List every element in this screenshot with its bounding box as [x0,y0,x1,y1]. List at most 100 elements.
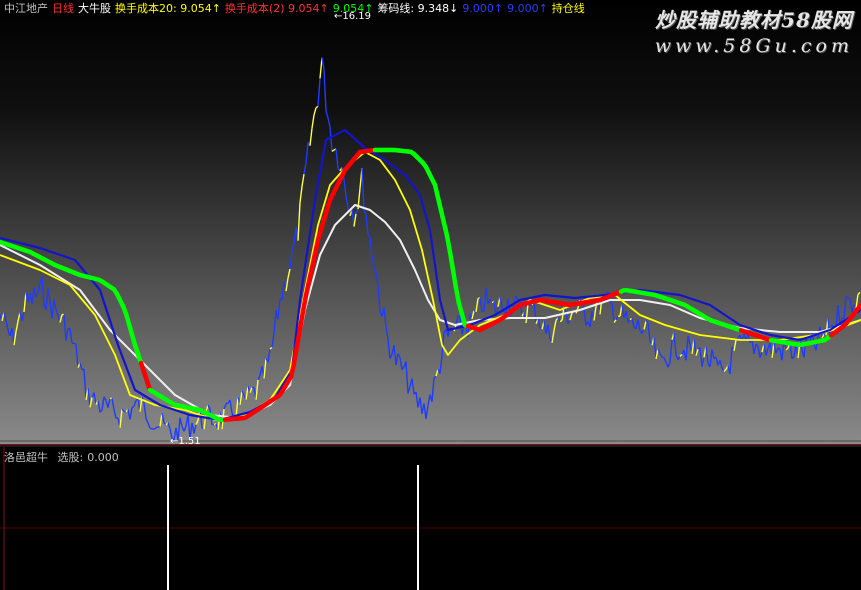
price-segment [439,355,443,374]
price-segment [551,330,555,344]
price-segment [329,126,333,152]
price-segment [567,319,571,325]
price-segment [431,378,435,402]
price-segment [537,318,541,328]
price-segment [311,114,315,129]
price-segment [647,322,651,342]
price-segment [205,404,209,412]
price-segment [241,390,245,396]
select-label: 选股: [57,451,84,464]
price-segment [133,400,137,407]
price-segment [305,142,309,164]
price-segment [659,353,663,358]
price-segment [667,361,671,368]
price-segment [621,304,625,319]
price-segment [153,427,157,430]
price-segment [5,320,9,331]
price-segment [113,409,117,419]
price-segment [609,301,613,304]
price-segment [353,213,357,227]
price-segment [383,307,387,327]
price-segment [373,267,377,274]
chip-line-label: 筹码线: 9.348↓ [377,2,459,15]
price-segment [287,268,291,279]
price-segment [195,420,199,425]
price-segment [15,321,19,332]
price-segment [131,405,135,409]
sub-chart-panel[interactable]: 洛邑超牛 选股: 0.000 [0,447,861,590]
price-segment [673,332,677,355]
price-segment [653,337,657,360]
price-segment [395,353,399,366]
price-segment [709,349,713,367]
price-segment [405,361,409,394]
blue-label-1: 9.000↑ [462,2,504,15]
watermark-url: www.58Gu.com [654,35,853,57]
price-segment [419,397,423,414]
price-segment [777,347,781,350]
price-segment [263,358,267,379]
price-segment [847,296,851,300]
price-segment [699,347,703,367]
price-segment [611,303,615,323]
stock-name[interactable]: 中江地产 [4,2,48,15]
price-segment [159,412,163,427]
price-segment [525,303,529,324]
price-segment [161,412,165,423]
price-segment [705,346,709,364]
price-segment [583,309,587,326]
price-segment [615,315,619,321]
price-segment [433,375,437,379]
band-segment [297,309,306,332]
price-segment [179,417,183,427]
price-segment [553,320,557,331]
price-segment [679,353,683,357]
price-segment [385,326,389,340]
band-segment [300,293,309,314]
price-segment [303,162,307,175]
price-segment [757,346,761,358]
price-segment [147,422,151,429]
price-segment [857,291,861,295]
watermark-title: 炒股辅助教材58股网 [655,8,853,32]
price-segment [483,287,487,312]
price-segment [637,319,641,331]
price-segment [79,362,83,370]
main-chart-panel[interactable]: 中江地产 日线 大牛股 换手成本20: 9.054↑ 换手成本(2) 9.054↑ 9.0… [0,0,861,447]
price-segment [655,348,659,360]
price-segment [51,299,55,319]
price-segment [319,57,323,79]
price-segment [249,387,253,393]
price-segment [301,173,305,187]
price-segment [321,57,325,70]
price-segment [435,368,439,377]
price-segment [393,345,397,366]
price-segment [765,348,769,356]
price-segment [773,343,777,354]
price-segment [297,202,301,241]
price-segment [719,360,723,369]
price-segment [821,334,825,339]
price-segment [533,300,537,324]
price-segment [299,186,303,203]
price-segment [397,353,401,358]
price-segment [277,298,281,320]
price-segment [69,328,73,344]
price-segment [257,375,261,381]
price-segment [729,346,733,375]
band-segment [447,249,456,273]
band-segment [453,285,462,306]
price-segment [87,387,91,408]
price-segment [631,318,635,328]
price-segment [207,404,211,410]
indicator-name: 大牛股 [78,2,111,15]
high-price-label: ←16.19 [334,11,372,22]
price-segment [369,236,373,258]
price-segment [355,208,359,215]
price-segment [167,422,171,429]
select-value: 0.000 [87,451,119,464]
price-segment [75,344,79,368]
price-segment [685,335,689,361]
period-label[interactable]: 日线 [52,2,74,15]
band-segment [450,267,459,291]
